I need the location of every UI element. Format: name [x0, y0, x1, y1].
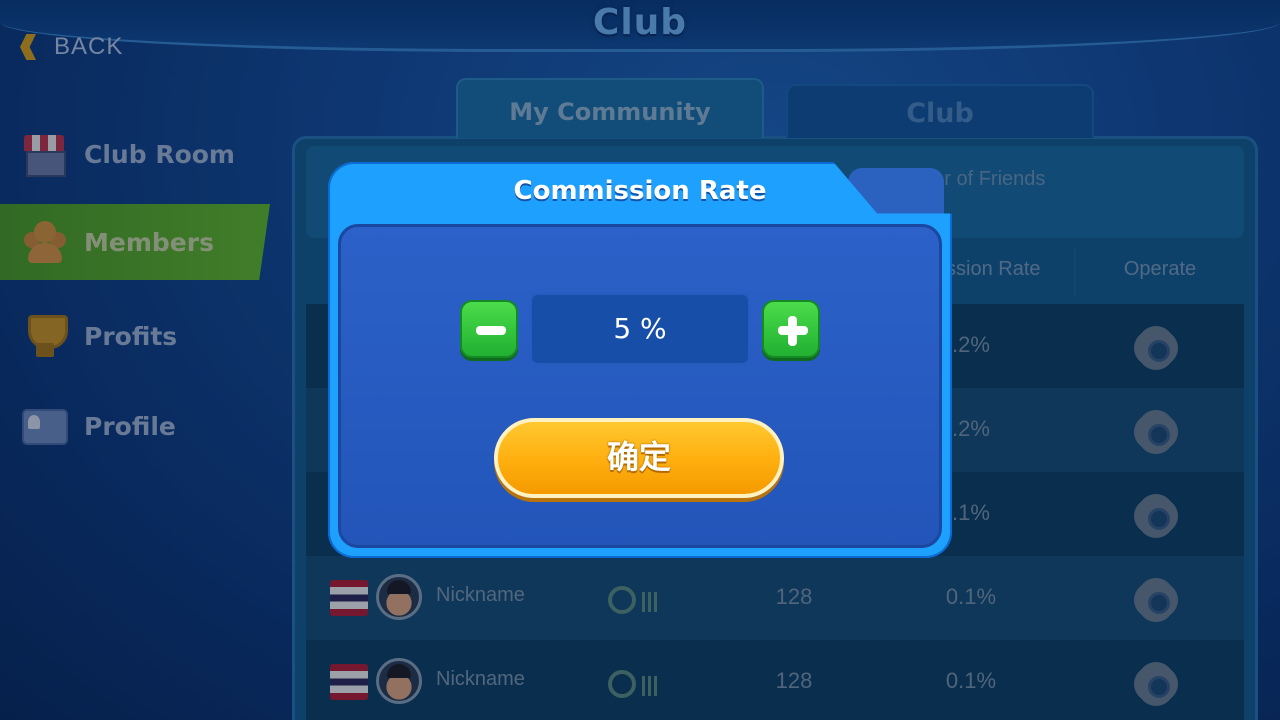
commission-rate-field[interactable]: 5 % — [530, 293, 750, 365]
plus-icon-vertical — [788, 316, 797, 346]
decrease-button[interactable] — [460, 300, 518, 358]
commission-rate-dialog: Commission Rate 5 % 确定 — [328, 162, 952, 558]
dialog-body — [338, 224, 942, 548]
confirm-button[interactable]: 确定 — [494, 418, 784, 498]
dialog-title: Commission Rate — [513, 176, 767, 206]
increase-button[interactable] — [762, 300, 820, 358]
minus-icon — [476, 326, 506, 335]
